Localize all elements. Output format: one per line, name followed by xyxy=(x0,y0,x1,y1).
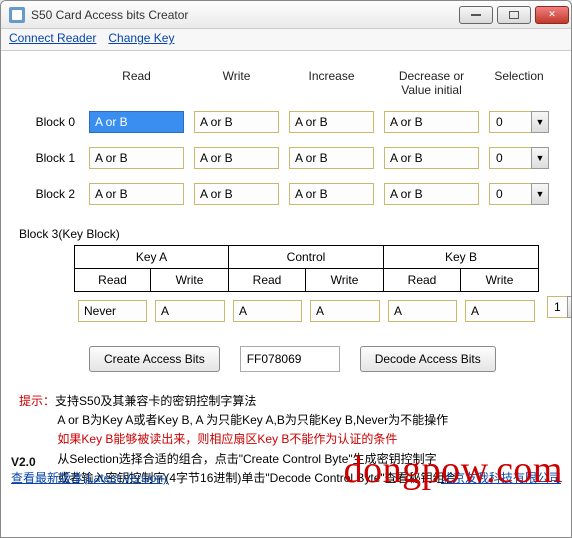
keyA-read-input[interactable] xyxy=(78,300,147,322)
col-header-write: Write xyxy=(194,69,279,97)
block2-label: Block 2 xyxy=(19,187,79,201)
close-button[interactable] xyxy=(535,6,569,24)
block1-write-input[interactable] xyxy=(194,147,279,169)
col-header-decrease: Decrease or Value initial xyxy=(384,69,479,97)
col-header-selection: Selection xyxy=(489,69,549,97)
keyB-write-header: Write xyxy=(461,269,539,292)
chevron-down-icon: ▼ xyxy=(531,111,549,133)
block0-write-input[interactable] xyxy=(194,111,279,133)
col-header-increase: Increase xyxy=(289,69,374,97)
block3-keyA-header: Key A xyxy=(74,245,229,269)
minimize-button[interactable] xyxy=(459,6,493,24)
block1-read-input[interactable] xyxy=(89,147,184,169)
keyB-write-input[interactable] xyxy=(465,300,535,322)
block0-selection-combo[interactable]: 0 ▼ xyxy=(489,111,549,133)
app-icon xyxy=(9,7,25,23)
block3-control-header: Control xyxy=(229,245,384,269)
brand-watermark: dongpow.com xyxy=(344,448,563,492)
block2-read-input[interactable] xyxy=(89,183,184,205)
menu-connect-reader[interactable]: Connect Reader xyxy=(9,31,96,50)
block1-selection-combo[interactable]: 0 ▼ xyxy=(489,147,549,169)
version-label: V2.0 xyxy=(11,455,36,469)
col-header-read: Read xyxy=(89,69,184,97)
ctrl-write-input[interactable] xyxy=(310,300,380,322)
create-access-bits-button[interactable]: Create Access Bits xyxy=(89,346,220,372)
block2-decrease-input[interactable] xyxy=(384,183,479,205)
block1-decrease-input[interactable] xyxy=(384,147,479,169)
keyB-read-header: Read xyxy=(384,269,461,292)
help-line1: 支持S50及其兼容卡的密钥控制字算法 xyxy=(55,394,256,408)
block2-write-input[interactable] xyxy=(194,183,279,205)
help-line3: 如果Key B能够被读出来，则相应扇区Key B不能作为认证的条件 xyxy=(57,430,397,449)
keyA-write-input[interactable] xyxy=(155,300,225,322)
block2-increase-input[interactable] xyxy=(289,183,374,205)
chevron-down-icon: ▼ xyxy=(531,183,549,205)
window-title: S50 Card Access bits Creator xyxy=(31,8,188,22)
help-label: 提示： xyxy=(19,394,55,408)
keyA-write-header: Write xyxy=(151,269,229,292)
block3-title: Block 3(Key Block) xyxy=(19,227,553,241)
block1-increase-input[interactable] xyxy=(289,147,374,169)
block0-increase-input[interactable] xyxy=(289,111,374,133)
keyB-read-input[interactable] xyxy=(388,300,457,322)
ctrl-read-header: Read xyxy=(229,269,306,292)
block3-keyB-header: Key B xyxy=(384,245,539,269)
block0-read-input[interactable] xyxy=(89,111,184,133)
maximize-button[interactable] xyxy=(497,6,531,24)
latest-version-link[interactable]: 查看最新版本(Latest Version) xyxy=(11,471,167,485)
chevron-down-icon: ▼ xyxy=(567,296,572,318)
block2-selection-combo[interactable]: 0 ▼ xyxy=(489,183,549,205)
chevron-down-icon: ▼ xyxy=(531,147,549,169)
ctrl-write-header: Write xyxy=(306,269,384,292)
block0-label: Block 0 xyxy=(19,115,79,129)
menu-change-key[interactable]: Change Key xyxy=(108,31,174,50)
ctrl-read-input[interactable] xyxy=(233,300,302,322)
block1-label: Block 1 xyxy=(19,151,79,165)
block3-selection-combo[interactable]: 1 ▼ xyxy=(547,296,572,318)
keyA-read-header: Read xyxy=(74,269,151,292)
decode-access-bits-button[interactable]: Decode Access Bits xyxy=(360,346,496,372)
help-line2: A or B为Key A或者Key B, A 为只能Key A,B为只能Key … xyxy=(57,411,448,430)
hex-value-input[interactable] xyxy=(240,346,340,372)
block0-decrease-input[interactable] xyxy=(384,111,479,133)
